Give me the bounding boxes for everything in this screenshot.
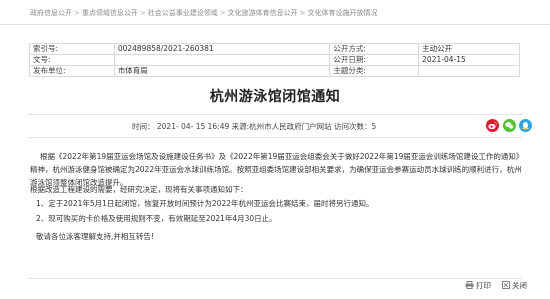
disclosure-label: 公开方式: [329, 43, 420, 55]
issuer-label: 发布单位: [29, 65, 115, 77]
date-label: 公开日期: [329, 54, 420, 66]
breadcrumb-divider [0, 24, 550, 25]
article-list-item: 2、现可购买的卡价格及使用规则不变，有效期延至2021年4月30日止。 [36, 214, 277, 223]
breadcrumb-separator: > [74, 9, 80, 17]
close-icon [502, 281, 510, 291]
qq-icon[interactable] [519, 119, 532, 132]
breadcrumb-item[interactable]: 文化旅游体育信息公开 [228, 9, 298, 17]
article-list-item: 1、定于2021年5月1日起闭馆，恢复开放时间预计为2022年杭州亚运会比赛结束… [36, 199, 374, 208]
article-info: 时间： 2021- 04- 15 16:49 来源:杭州市人民政府门户网站 访问… [132, 122, 377, 131]
breadcrumb-item[interactable]: 文化体育设施开放情况 [308, 9, 378, 17]
article-info-bar: 时间： 2021- 04- 15 16:49 来源:杭州市人民政府门户网站 访问… [28, 114, 532, 138]
print-button[interactable]: 打印 [465, 280, 491, 291]
printer-icon [465, 281, 474, 291]
issuer-value: 市体育局 [113, 65, 331, 77]
print-label: 打印 [476, 281, 491, 290]
wechat-icon[interactable] [503, 119, 516, 132]
theme-value [418, 65, 520, 77]
breadcrumb-item[interactable]: 重点领域信息公开 [82, 9, 138, 17]
breadcrumb-separator: > [139, 9, 146, 17]
weibo-icon[interactable] [486, 119, 499, 132]
document-meta-table: 索引号: 002489858/2021-260381 公开方式: 主动公开 文号… [29, 43, 520, 77]
close-label: 关闭 [512, 281, 527, 290]
article-closing: 敬请各位泳客理解支持,并相互转告! [36, 232, 154, 241]
index-value: 002489858/2021-260381 [113, 43, 331, 55]
disclosure-value: 主动公开 [418, 43, 520, 55]
date-value: 2021-04-15 [418, 54, 520, 66]
theme-label: 主题分类: [329, 65, 420, 77]
breadcrumb-item[interactable]: 社会公益事业建设领域 [148, 9, 218, 17]
breadcrumb-item[interactable]: 政府信息公开 [30, 9, 72, 17]
page-title: 杭州游泳馆闭馆通知 [209, 89, 341, 105]
close-button[interactable]: 关闭 [502, 280, 527, 291]
doc-no-label: 文号: [29, 54, 115, 66]
bottom-divider [28, 278, 522, 279]
article-paragraph: 根据改造工程建设的需要，经研究决定，现将有关事项通知如下： [30, 185, 248, 194]
breadcrumb-separator: > [219, 9, 226, 17]
breadcrumb: 政府信息公开 > 重点领域信息公开 > 社会公益事业建设领域 > 文化旅游体育信息公开 > 文化… [30, 8, 540, 18]
doc-no-value [113, 54, 331, 66]
breadcrumb-separator: > [299, 9, 306, 17]
index-label: 索引号: [29, 43, 115, 55]
